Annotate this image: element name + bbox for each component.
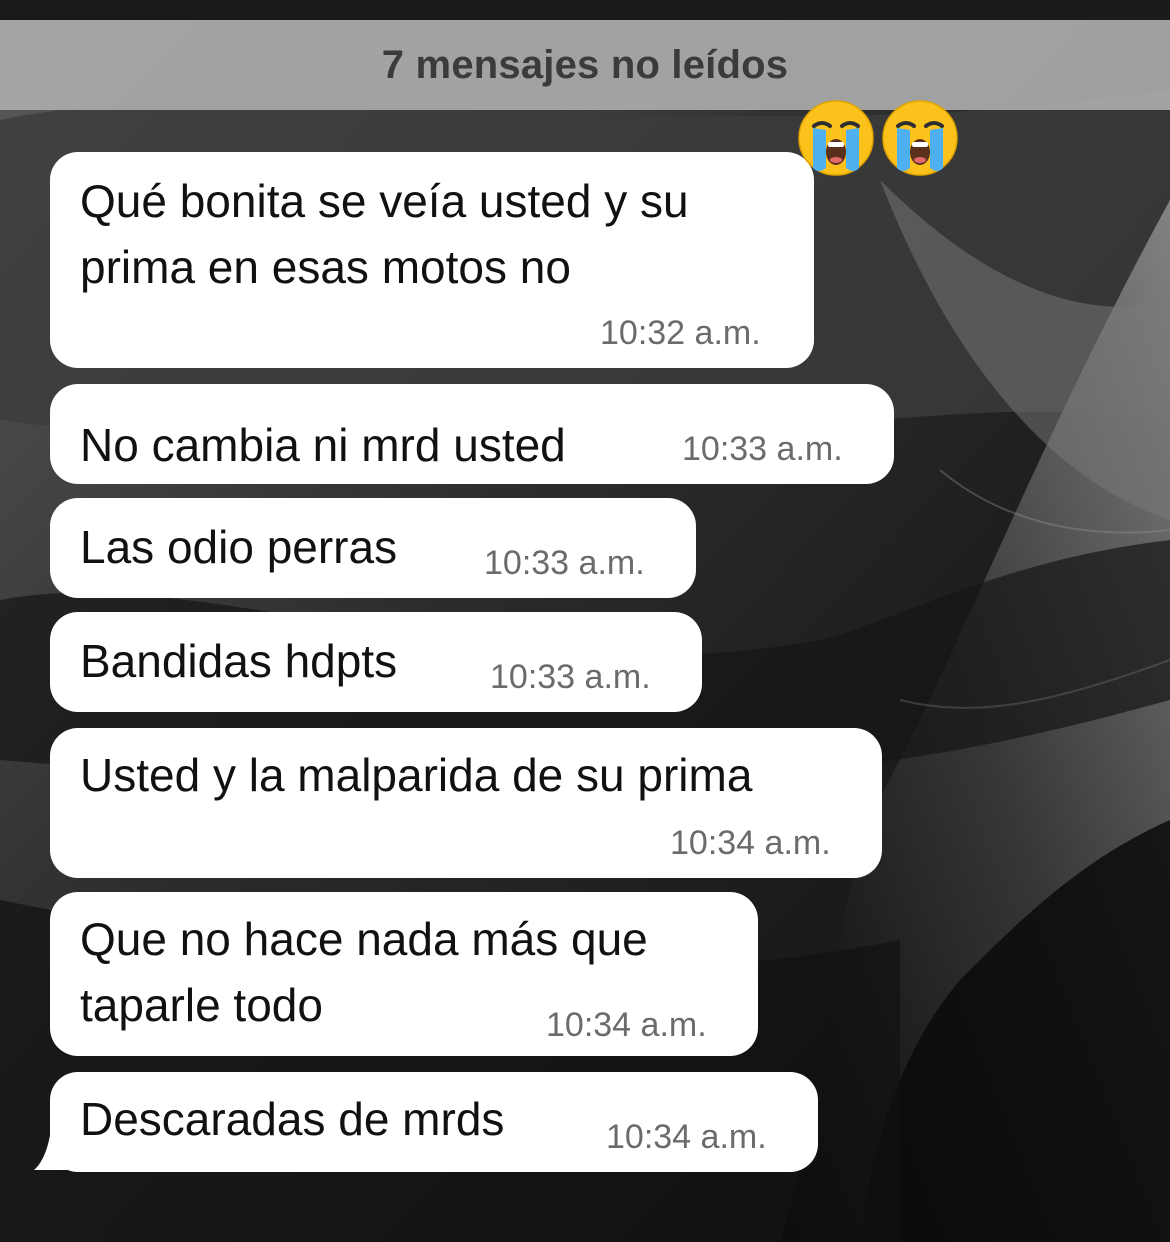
- message-text-line: No cambia ni mrd usted: [80, 419, 566, 471]
- loudly-crying-face-icon: [882, 100, 958, 176]
- message-timestamp: 10:34 a.m.: [606, 1118, 767, 1156]
- message-text-line: taparle todo: [80, 979, 323, 1031]
- bubble-tail-icon: [34, 1122, 74, 1170]
- message-timestamp: 10:33 a.m.: [490, 658, 651, 696]
- message-timestamp: 10:34 a.m.: [546, 1006, 707, 1044]
- message-timestamp: 10:33 a.m.: [682, 430, 843, 468]
- message-bubble[interactable]: Usted y la malparida de su prima 10:34 a.…: [50, 728, 882, 878]
- message-text-line: Que no hace nada más que: [80, 913, 648, 965]
- message-timestamp: 10:34 a.m.: [670, 824, 831, 862]
- message-text-line: prima en esas motos no: [80, 241, 571, 293]
- message-timestamp: 10:33 a.m.: [484, 544, 645, 582]
- loudly-crying-face-icon: [798, 100, 874, 176]
- message-bubble[interactable]: Bandidas hdpts 10:33 a.m.: [50, 612, 702, 712]
- unread-count-label: 7 mensajes no leídos: [381, 42, 789, 87]
- message-text-line: Descaradas de mrds: [80, 1093, 505, 1145]
- unread-messages-banner: 7 mensajes no leídos: [0, 20, 1170, 110]
- message-bubble[interactable]: Qué bonita se veía usted y su prima en es…: [50, 152, 814, 368]
- message-text-line: Usted y la malparida de su prima: [80, 749, 753, 801]
- message-timestamp: 10:32 a.m.: [600, 314, 761, 352]
- message-text-line: Bandidas hdpts: [80, 635, 398, 687]
- message-bubble[interactable]: Descaradas de mrds 10:34 a.m.: [50, 1072, 818, 1172]
- status-strip: [0, 0, 1170, 20]
- message-bubble[interactable]: Que no hace nada más que taparle todo 10:3…: [50, 892, 758, 1056]
- message-bubble[interactable]: Las odio perras 10:33 a.m.: [50, 498, 696, 598]
- message-reactions[interactable]: [796, 98, 966, 178]
- message-bubble[interactable]: No cambia ni mrd usted 10:33 a.m.: [50, 384, 894, 484]
- message-text-line: Qué bonita se veía usted y su: [80, 175, 689, 227]
- message-text-line: Las odio perras: [80, 521, 398, 573]
